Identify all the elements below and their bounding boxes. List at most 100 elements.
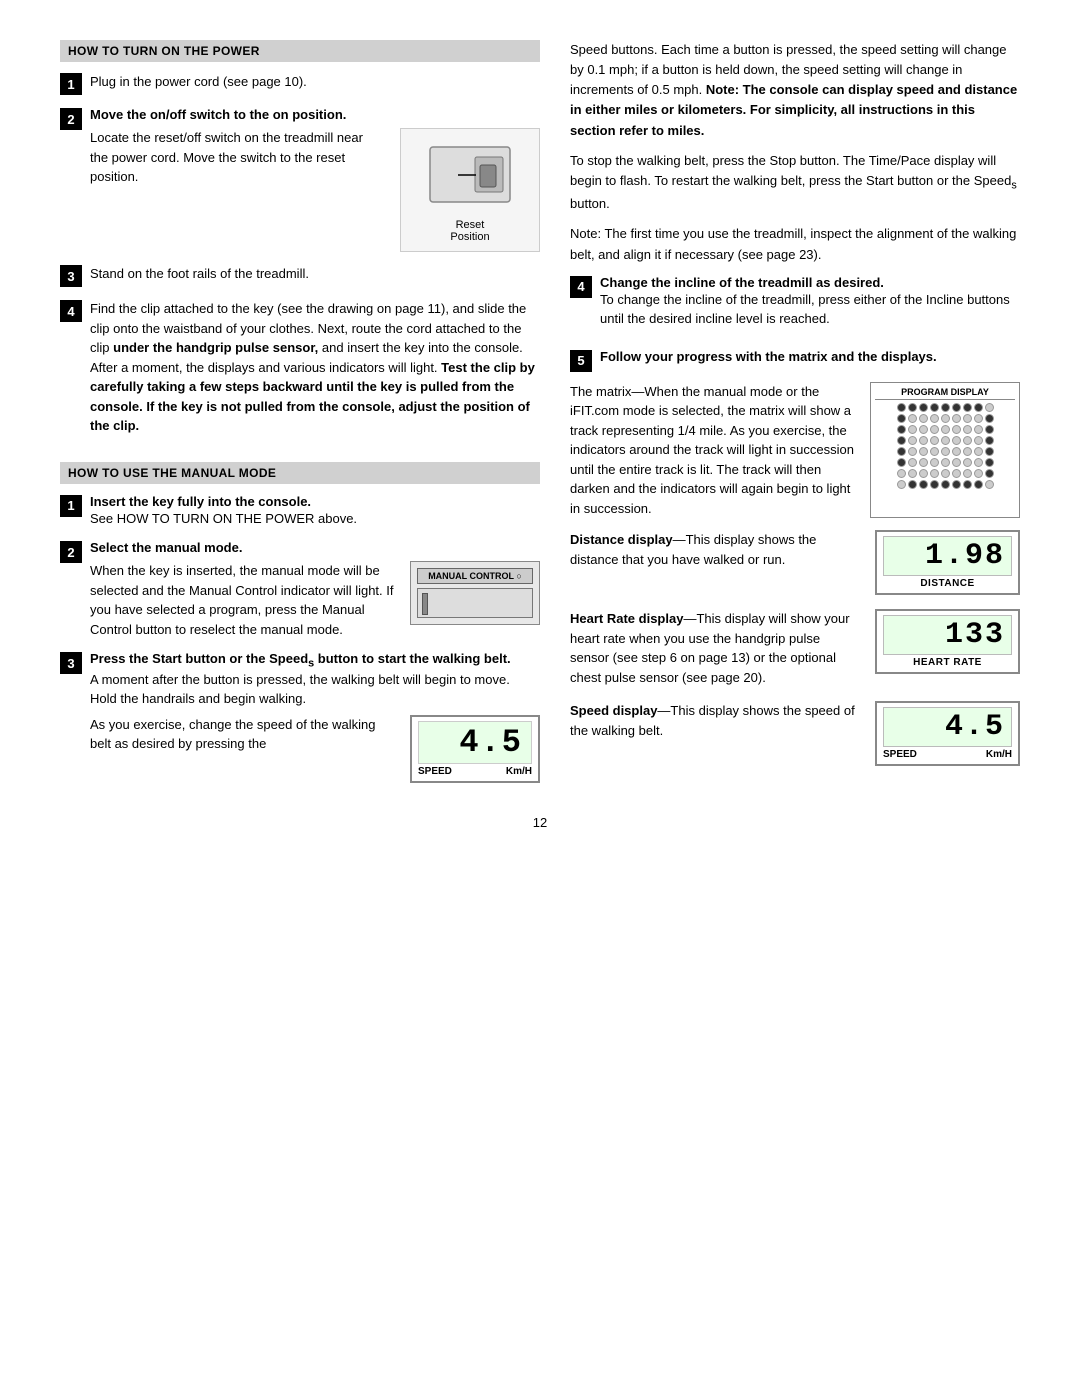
pd-dot	[919, 436, 928, 445]
speed-label-left-small: SPEED	[418, 766, 452, 777]
pd-row-6	[875, 458, 1015, 467]
step3-text: Stand on the foot rails of the treadmill…	[90, 266, 309, 281]
heartrate-desc: Heart Rate display—This display will sho…	[570, 609, 861, 687]
left-column: HOW TO TURN ON THE POWER 1 Plug in the p…	[60, 40, 540, 795]
pd-dot	[952, 425, 961, 434]
s2-step2-content: Select the manual mode. When the key is …	[90, 540, 540, 639]
right-step4: 4 Change the incline of the treadmill as…	[570, 275, 1020, 329]
pd-dot	[952, 458, 961, 467]
s2-step3-text2: As you exercise, change the speed of the…	[90, 717, 375, 752]
s2-step2-bold: Select the manual mode.	[90, 540, 540, 555]
step2-number: 2	[60, 108, 82, 130]
pd-dot	[963, 414, 972, 423]
pd-dot	[985, 469, 994, 478]
s2-step3-bold: Press the Start button or the Speeds but…	[90, 651, 540, 670]
right-para2-end: button.	[570, 196, 610, 211]
pd-dot	[985, 480, 994, 489]
section2-step2: 2 Select the manual mode. When the key i…	[60, 540, 540, 639]
pd-dot	[963, 425, 972, 434]
speed-label-right-small: Km/H	[506, 766, 532, 777]
section1-step4: 4 Find the clip attached to the key (see…	[60, 299, 540, 436]
pd-dot	[941, 458, 950, 467]
pd-row-1	[875, 403, 1015, 412]
pd-dot	[930, 469, 939, 478]
s2-step3-text1: A moment after the button is pressed, th…	[90, 670, 540, 709]
reset-diagram-svg	[420, 137, 520, 217]
right-para3: Note: The first time you use the treadmi…	[570, 224, 1020, 264]
step1-number: 1	[60, 73, 82, 95]
page: HOW TO TURN ON THE POWER 1 Plug in the p…	[0, 0, 1080, 1397]
pd-dot	[963, 480, 972, 489]
step4-text-pre: Find the clip attached to the key (see t…	[90, 301, 535, 433]
pd-dot	[985, 436, 994, 445]
pd-row-3	[875, 425, 1015, 434]
right-para2: To stop the walking belt, press the Stop…	[570, 151, 1020, 215]
pd-dot	[919, 403, 928, 412]
pd-dot	[930, 425, 939, 434]
section1-header: HOW TO TURN ON THE POWER	[60, 40, 540, 62]
section1-step3: 3 Stand on the foot rails of the treadmi…	[60, 264, 540, 287]
right-column: Speed buttons. Each time a button is pre…	[570, 40, 1020, 795]
pd-dot	[963, 458, 972, 467]
s2-step1-content: Insert the key fully into the console. S…	[90, 494, 540, 529]
pd-dot	[974, 447, 983, 456]
speed-lcd-small: 4.5	[418, 721, 532, 764]
pd-dot	[952, 414, 961, 423]
matrix-section: The matrix—When the manual mode or the i…	[570, 382, 1020, 519]
pd-row-8	[875, 480, 1015, 489]
section2-header: HOW TO USE THE MANUAL MODE	[60, 462, 540, 484]
pd-dot	[941, 480, 950, 489]
pd-dot	[985, 414, 994, 423]
s2-step1-number: 1	[60, 495, 82, 517]
section1-step1: 1 Plug in the power cord (see page 10).	[60, 72, 540, 95]
step2-bold: Move the on/off switch to the on positio…	[90, 107, 540, 122]
pd-dot	[919, 425, 928, 434]
pd-dot	[897, 403, 906, 412]
distance-dlabel: DISTANCE	[883, 578, 1012, 589]
section2-step1: 1 Insert the key fully into the console.…	[60, 494, 540, 529]
pd-dot	[919, 447, 928, 456]
pd-dot	[985, 447, 994, 456]
manual-control-box	[417, 588, 533, 618]
distance-desc: Distance display—This display shows the …	[570, 530, 861, 569]
s2-step3-bold-text: Press the Start button or the Speed	[90, 651, 308, 666]
right-para2-sub: s	[1011, 179, 1016, 191]
pd-dot	[974, 458, 983, 467]
reset-position-diagram: ResetPosition	[400, 128, 540, 252]
pd-dot	[908, 403, 917, 412]
pd-dot	[919, 414, 928, 423]
program-display: PROGRAM DISPLAY	[870, 382, 1020, 519]
pd-dot	[963, 403, 972, 412]
pd-dot	[919, 458, 928, 467]
pd-dot	[930, 480, 939, 489]
heartrate-dlabel: HEART RATE	[883, 657, 1012, 668]
pd-dot	[963, 447, 972, 456]
step2-text: Locate the reset/off switch on the tread…	[90, 130, 363, 184]
pd-dot	[952, 480, 961, 489]
pd-dot	[941, 425, 950, 434]
pd-dot	[919, 469, 928, 478]
speed-display-section: Speed display—This display shows the spe…	[570, 701, 1020, 766]
right-step4-num: 4	[570, 276, 592, 298]
s2-step1-bold: Insert the key fully into the console.	[90, 494, 540, 509]
pd-dot	[985, 425, 994, 434]
s2-step2-number: 2	[60, 541, 82, 563]
manual-control-label: MANUAL CONTROL ○	[417, 568, 533, 584]
distance-display-box: 1.98 DISTANCE	[875, 530, 1020, 595]
speed-display-small: 4.5 SPEED Km/H	[410, 715, 540, 783]
s2-step2-text: When the key is inserted, the manual mod…	[90, 563, 394, 637]
heartrate-label-bold: Heart Rate display	[570, 611, 683, 626]
pd-dot	[974, 469, 983, 478]
distance-display-section: Distance display—This display shows the …	[570, 530, 1020, 595]
section1-step2: 2 Move the on/off switch to the on posit…	[60, 107, 540, 252]
speed-label-row: SPEED Km/H	[883, 749, 1012, 760]
step3-number: 3	[60, 265, 82, 287]
pd-dot	[897, 447, 906, 456]
pd-dot	[930, 414, 939, 423]
s2-step3-content: Press the Start button or the Speeds but…	[90, 651, 540, 783]
pd-dot	[908, 414, 917, 423]
pd-dot	[985, 458, 994, 467]
speed-label-bold: Speed display	[570, 703, 657, 718]
matrix-text: The matrix—When the manual mode or the i…	[570, 382, 856, 519]
right-step5-num: 5	[570, 350, 592, 372]
